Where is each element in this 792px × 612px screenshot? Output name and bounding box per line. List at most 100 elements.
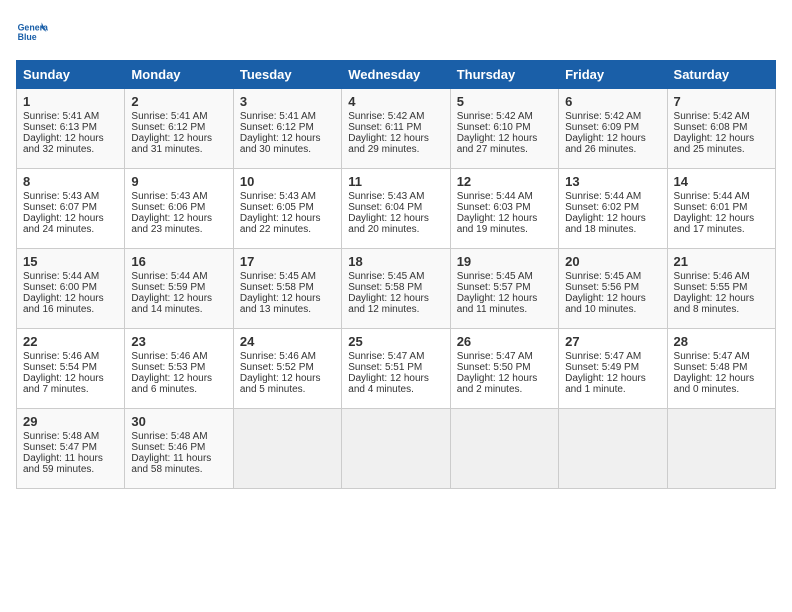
daylight: Daylight: 12 hours and 30 minutes. bbox=[240, 133, 321, 155]
sunrise: Sunrise: 5:46 AM bbox=[674, 271, 750, 282]
sunrise: Sunrise: 5:43 AM bbox=[348, 191, 424, 202]
sunset: Sunset: 6:10 PM bbox=[457, 122, 531, 133]
calendar-week-row: 1 Sunrise: 5:41 AM Sunset: 6:13 PM Daylight… bbox=[17, 89, 776, 169]
calendar-cell: 22 Sunrise: 5:46 AMSunset: 5:54 PMDayligh… bbox=[17, 329, 125, 409]
day-number: 23 bbox=[131, 334, 226, 349]
day-number: 29 bbox=[23, 414, 118, 429]
daylight: Daylight: 12 hours and 7 minutes. bbox=[23, 373, 104, 395]
sunset: Sunset: 5:50 PM bbox=[457, 362, 531, 373]
calendar-cell bbox=[342, 409, 450, 489]
sunrise: Sunrise: 5:45 AM bbox=[348, 271, 424, 282]
sunrise: Sunrise: 5:44 AM bbox=[674, 191, 750, 202]
day-number: 5 bbox=[457, 94, 552, 109]
sunset: Sunset: 5:47 PM bbox=[23, 442, 97, 453]
calendar-cell: 10Sunrise: 5:43 AMSunset: 6:05 PMDayligh… bbox=[233, 169, 341, 249]
sunrise: Sunrise: 5:43 AM bbox=[240, 191, 316, 202]
day-number: 17 bbox=[240, 254, 335, 269]
col-friday: Friday bbox=[559, 61, 667, 89]
calendar-cell: 18Sunrise: 5:45 AMSunset: 5:58 PMDayligh… bbox=[342, 249, 450, 329]
sunset: Sunset: 6:08 PM bbox=[674, 122, 748, 133]
day-number: 7 bbox=[674, 94, 769, 109]
daylight: Daylight: 12 hours and 8 minutes. bbox=[674, 293, 755, 315]
daylight: Daylight: 12 hours and 25 minutes. bbox=[674, 133, 755, 155]
sunset: Sunset: 6:12 PM bbox=[131, 122, 205, 133]
day-number: 1 bbox=[23, 94, 118, 109]
calendar-cell: 13Sunrise: 5:44 AMSunset: 6:02 PMDayligh… bbox=[559, 169, 667, 249]
day-number: 16 bbox=[131, 254, 226, 269]
calendar-cell: 27Sunrise: 5:47 AMSunset: 5:49 PMDayligh… bbox=[559, 329, 667, 409]
daylight: Daylight: 12 hours and 31 minutes. bbox=[131, 133, 212, 155]
daylight: Daylight: 12 hours and 26 minutes. bbox=[565, 133, 646, 155]
sunrise: Sunrise: 5:48 AM bbox=[131, 431, 207, 442]
day-number: 28 bbox=[674, 334, 769, 349]
daylight: Daylight: 12 hours and 10 minutes. bbox=[565, 293, 646, 315]
daylight: Daylight: 11 hours and 58 minutes. bbox=[131, 453, 211, 475]
sunrise: Sunrise: 5:45 AM bbox=[457, 271, 533, 282]
sunset: Sunset: 5:58 PM bbox=[240, 282, 314, 293]
day-number: 30 bbox=[131, 414, 226, 429]
day-number: 25 bbox=[348, 334, 443, 349]
sunset: Sunset: 6:02 PM bbox=[565, 202, 639, 213]
calendar-cell: 30 Sunrise: 5:48 AMSunset: 5:46 PMDayligh… bbox=[125, 409, 233, 489]
day-number: 2 bbox=[131, 94, 226, 109]
calendar-week-row: 15Sunrise: 5:44 AMSunset: 6:00 PMDayligh… bbox=[17, 249, 776, 329]
calendar-cell: 20Sunrise: 5:45 AMSunset: 5:56 PMDayligh… bbox=[559, 249, 667, 329]
day-number: 27 bbox=[565, 334, 660, 349]
sunset: Sunset: 5:46 PM bbox=[131, 442, 205, 453]
calendar-header-row: Sunday Monday Tuesday Wednesday Thursday… bbox=[17, 61, 776, 89]
calendar-week-row: 8Sunrise: 5:43 AMSunset: 6:07 PMDaylight… bbox=[17, 169, 776, 249]
sunset: Sunset: 6:05 PM bbox=[240, 202, 314, 213]
sunrise: Sunrise: 5:48 AM bbox=[23, 431, 99, 442]
calendar-cell bbox=[450, 409, 558, 489]
calendar-cell: 3Sunrise: 5:41 AMSunset: 6:12 PMDaylight… bbox=[233, 89, 341, 169]
sunset: Sunset: 6:06 PM bbox=[131, 202, 205, 213]
day-number: 10 bbox=[240, 174, 335, 189]
day-number: 18 bbox=[348, 254, 443, 269]
sunrise: Sunrise: 5:47 AM bbox=[348, 351, 424, 362]
sunset: Sunset: 6:13 PM bbox=[23, 122, 97, 133]
daylight: Daylight: 12 hours and 24 minutes. bbox=[23, 213, 104, 235]
daylight: Daylight: 12 hours and 19 minutes. bbox=[457, 213, 538, 235]
sunset: Sunset: 5:54 PM bbox=[23, 362, 97, 373]
col-wednesday: Wednesday bbox=[342, 61, 450, 89]
col-thursday: Thursday bbox=[450, 61, 558, 89]
sunrise: Sunrise: 5:46 AM bbox=[23, 351, 99, 362]
sunset: Sunset: 6:04 PM bbox=[348, 202, 422, 213]
calendar-cell: 12Sunrise: 5:44 AMSunset: 6:03 PMDayligh… bbox=[450, 169, 558, 249]
sunrise: Sunrise: 5:47 AM bbox=[565, 351, 641, 362]
sunset: Sunset: 6:09 PM bbox=[565, 122, 639, 133]
sunset: Sunset: 6:00 PM bbox=[23, 282, 97, 293]
daylight: Daylight: 12 hours and 23 minutes. bbox=[131, 213, 212, 235]
sunset: Sunset: 5:52 PM bbox=[240, 362, 314, 373]
calendar-cell: 11Sunrise: 5:43 AMSunset: 6:04 PMDayligh… bbox=[342, 169, 450, 249]
daylight: Daylight: 12 hours and 6 minutes. bbox=[131, 373, 212, 395]
calendar-week-row: 22Sunrise: 5:46 AMSunset: 5:54 PMDayligh… bbox=[17, 329, 776, 409]
sunset: Sunset: 5:48 PM bbox=[674, 362, 748, 373]
day-number: 6 bbox=[565, 94, 660, 109]
daylight: Daylight: 12 hours and 0 minutes. bbox=[674, 373, 755, 395]
daylight: Daylight: 12 hours and 29 minutes. bbox=[348, 133, 429, 155]
sunrise: Sunrise: 5:44 AM bbox=[565, 191, 641, 202]
sunrise: Sunrise: 5:44 AM bbox=[23, 271, 99, 282]
calendar-table: Sunday Monday Tuesday Wednesday Thursday… bbox=[16, 60, 776, 489]
calendar-cell: 8Sunrise: 5:43 AMSunset: 6:07 PMDaylight… bbox=[17, 169, 125, 249]
calendar-week-row: 29Sunrise: 5:48 AMSunset: 5:47 PMDayligh… bbox=[17, 409, 776, 489]
sunrise: Sunrise: 5:41 AM bbox=[240, 111, 316, 122]
daylight: Daylight: 11 hours and 59 minutes. bbox=[23, 453, 103, 475]
sunrise: Sunrise: 5:41 AM bbox=[131, 111, 207, 122]
day-number: 9 bbox=[131, 174, 226, 189]
daylight: Daylight: 12 hours and 17 minutes. bbox=[674, 213, 755, 235]
calendar-cell bbox=[667, 409, 775, 489]
calendar-cell: 9Sunrise: 5:43 AMSunset: 6:06 PMDaylight… bbox=[125, 169, 233, 249]
daylight: Daylight: 12 hours and 13 minutes. bbox=[240, 293, 321, 315]
calendar-cell: 5Sunrise: 5:42 AMSunset: 6:10 PMDaylight… bbox=[450, 89, 558, 169]
sunrise: Sunrise: 5:42 AM bbox=[674, 111, 750, 122]
daylight: Daylight: 12 hours and 20 minutes. bbox=[348, 213, 429, 235]
day-number: 22 bbox=[23, 334, 118, 349]
calendar-cell: 29 Sunrise: 5:48 AMSunset: 5:47 PMDayligh… bbox=[17, 409, 125, 489]
col-saturday: Saturday bbox=[667, 61, 775, 89]
col-tuesday: Tuesday bbox=[233, 61, 341, 89]
sunset: Sunset: 6:03 PM bbox=[457, 202, 531, 213]
sunrise: Sunrise: 5:47 AM bbox=[674, 351, 750, 362]
sunrise: Sunrise: 5:45 AM bbox=[565, 271, 641, 282]
